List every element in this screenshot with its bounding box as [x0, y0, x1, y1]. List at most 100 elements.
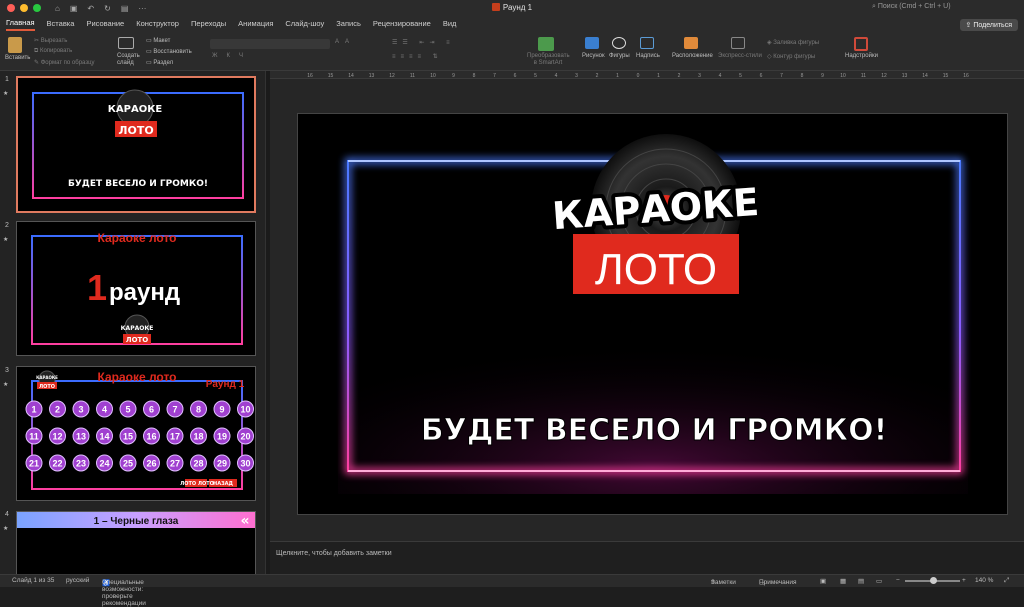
logo-bottom-text: ЛОТО: [595, 245, 717, 294]
language-indicator[interactable]: русский: [66, 577, 89, 584]
number-ball-label: 30: [240, 459, 250, 469]
number-ball-label: 2: [55, 405, 60, 415]
addins-button[interactable]: Надстройки: [845, 53, 878, 59]
search-box[interactable]: ⌕ Поиск (Cmd + Ctrl + U): [872, 3, 951, 11]
zoom-level[interactable]: 140 %: [975, 577, 993, 584]
slide-thumbnail-4[interactable]: 1 – Черные глаза «: [16, 511, 256, 574]
tab-transitions[interactable]: Переходы: [191, 19, 226, 30]
redo-icon[interactable]: ↻: [104, 4, 111, 13]
tab-insert[interactable]: Вставка: [47, 19, 75, 30]
shape-outline-button[interactable]: ◇ Контур фигуры: [767, 53, 815, 60]
align-buttons[interactable]: ≡≡≡≡ ⇅: [392, 53, 443, 60]
thumb-caption: БУДЕТ ВЕСЕЛО И ГРОМКО!: [68, 179, 208, 189]
reset-button[interactable]: ▭ Восстановить: [146, 48, 192, 55]
save-icon[interactable]: ▣: [70, 4, 78, 13]
layout-button[interactable]: ▭ Макет: [146, 37, 170, 44]
zoom-out-icon[interactable]: −: [896, 577, 900, 584]
slide-sorter-icon[interactable]: ▦: [840, 577, 846, 585]
shapes-icon[interactable]: [612, 37, 626, 49]
tab-design[interactable]: Конструктор: [136, 19, 179, 30]
number-ball-label: 11: [29, 432, 39, 442]
thumb-back-label: НАЗАД: [213, 481, 233, 487]
number-ball-label: 25: [123, 459, 133, 469]
font-size-buttons[interactable]: AA: [335, 39, 355, 45]
number-ball-label: 27: [170, 459, 180, 469]
number-ball-label: 5: [125, 405, 130, 415]
number-ball-label: 18: [193, 432, 203, 442]
section-button[interactable]: ▭ Раздел: [146, 59, 173, 66]
tab-home[interactable]: Главная: [6, 18, 35, 31]
more-icon[interactable]: ···: [138, 4, 146, 13]
close-window-button[interactable]: [7, 4, 15, 12]
number-ball-label: 1: [31, 405, 36, 415]
number-ball-label: 17: [170, 432, 180, 442]
home-icon[interactable]: ⌂: [55, 4, 60, 13]
ruler-ticks: 16 15 14 13 12 11 10 9 8 7 6 5 4 3 2 1 0 1 2 3 4 5 6 7 8 9 10 11 12 1…: [307, 73, 969, 79]
picture-button[interactable]: Рисунок: [582, 53, 605, 59]
slide-thumbnail-2[interactable]: Караоке лото 1 раунд КАРАОКЕ ЛОТО: [16, 221, 256, 356]
zoom-slider-thumb[interactable]: [930, 577, 937, 584]
slide-thumbnail-3[interactable]: КАРАОКЕ ЛОТО Караоке лото Раунд 1 123456…: [16, 366, 256, 501]
scissors-icon: ✂: [34, 38, 41, 44]
normal-view-icon[interactable]: ▣: [820, 577, 826, 585]
shapes-button[interactable]: Фигуры: [609, 53, 630, 59]
list-buttons[interactable]: ☰☰ ⇤⇥ ≡: [392, 39, 455, 46]
arrange-icon[interactable]: [684, 37, 698, 49]
current-slide[interactable]: КАРАОКЕ КАРАОКЕ ЛОТО БУДЕТ ВЕСЕЛО И ГРОМ…: [297, 113, 1008, 515]
new-slide-button[interactable]: Создать слайд: [117, 53, 143, 67]
slideshow-icon[interactable]: ▭: [876, 577, 882, 585]
thumb-logo-top: КАРАОКЕ: [36, 375, 58, 380]
picture-icon[interactable]: [585, 37, 599, 49]
undo-icon[interactable]: ↶: [87, 4, 94, 13]
thumb-logo-top: КАРАОКЕ: [121, 325, 154, 332]
notes-pane[interactable]: Щелкните, чтобы добавить заметки: [270, 541, 1024, 574]
copy-button[interactable]: ⧉ Копировать: [34, 48, 72, 55]
tab-record[interactable]: Запись: [336, 19, 361, 30]
number-ball-label: 22: [52, 459, 62, 469]
tab-review[interactable]: Рецензирование: [373, 19, 431, 30]
zoom-in-icon[interactable]: +: [962, 577, 966, 584]
ribbon-toolbar: Вставить ✂ Вырезать ⧉ Копировать ✎ Форма…: [0, 33, 1024, 71]
share-button[interactable]: ⇪ Поделиться: [959, 19, 1018, 31]
textbox-icon[interactable]: [640, 37, 654, 49]
presenter-icon[interactable]: ▤: [121, 4, 129, 13]
new-slide-icon[interactable]: [118, 37, 134, 49]
copy-label: Копировать: [39, 48, 73, 54]
paste-icon[interactable]: [8, 37, 22, 53]
convert-smartart-button[interactable]: Преобразовать в SmartArt: [527, 53, 570, 67]
reading-view-icon[interactable]: ▤: [858, 577, 864, 585]
paste-button[interactable]: Вставить: [5, 55, 30, 61]
slide-thumbnails-panel[interactable]: 1 ★ КАРАОКЕ ЛОТО БУДЕТ ВЕСЕЛО И ГРОМКО! …: [0, 71, 265, 574]
tab-draw[interactable]: Рисование: [86, 19, 124, 30]
font-format-buttons[interactable]: ЖКЧ: [212, 53, 252, 59]
cut-button[interactable]: ✂ Вырезать: [34, 37, 67, 44]
number-ball-label: 9: [219, 405, 224, 415]
number-ball-label: 10: [240, 405, 250, 415]
format-painter-button[interactable]: ✎ Формат по образцу: [34, 59, 95, 66]
zoom-window-button[interactable]: [33, 4, 41, 12]
double-chevron-left-icon[interactable]: «: [240, 513, 249, 529]
number-ball-label: 14: [99, 432, 109, 442]
thumb-round-number: 1: [87, 267, 107, 308]
thumb-logo-bottom: ЛОТО: [39, 384, 55, 390]
quick-styles-button[interactable]: Экспресс-стили: [718, 53, 762, 59]
number-ball-label: 23: [76, 459, 86, 469]
search-placeholder: Поиск (Cmd + Ctrl + U): [877, 3, 951, 10]
thumb-logo-top: КАРАОКЕ: [108, 104, 163, 115]
reset-label: Восстановить: [153, 49, 192, 55]
addins-icon[interactable]: [854, 37, 868, 51]
shape-fill-button[interactable]: ◈ Заливка фигуры: [767, 39, 819, 46]
tab-animations[interactable]: Анимация: [238, 19, 273, 30]
slide-number: 4: [5, 511, 9, 518]
quick-styles-icon[interactable]: [731, 37, 745, 49]
tab-slideshow[interactable]: Слайд-шоу: [285, 19, 324, 30]
fit-slide-icon[interactable]: ⤢: [1004, 577, 1009, 585]
tab-view[interactable]: Вид: [443, 19, 457, 30]
minimize-window-button[interactable]: [20, 4, 28, 12]
arrange-button[interactable]: Расположение: [672, 53, 713, 59]
textbox-button[interactable]: Надпись: [636, 53, 660, 59]
smartart-icon[interactable]: [538, 37, 554, 51]
font-name-select[interactable]: [210, 39, 330, 49]
notes-placeholder: Щелкните, чтобы добавить заметки: [276, 550, 392, 557]
slide-thumbnail-1[interactable]: КАРАОКЕ ЛОТО БУДЕТ ВЕСЕЛО И ГРОМКО!: [16, 76, 256, 213]
